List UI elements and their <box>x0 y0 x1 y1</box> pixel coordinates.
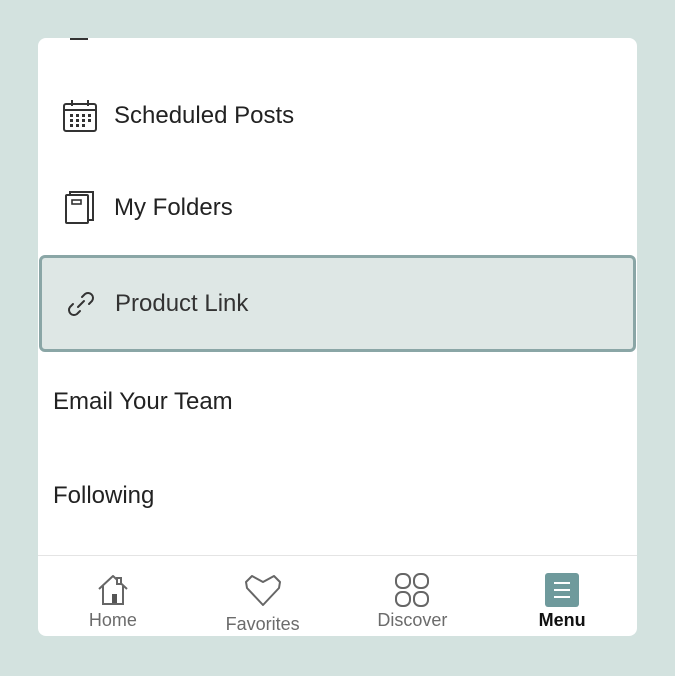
tab-discover[interactable]: Discover <box>338 556 488 636</box>
tab-favorites[interactable]: Favorites <box>188 556 338 636</box>
menu-item-following[interactable]: Following <box>38 476 637 516</box>
menu-icon <box>542 570 582 610</box>
tab-home[interactable]: Home <box>38 556 188 636</box>
link-icon <box>63 286 99 322</box>
home-icon <box>93 570 133 610</box>
bottom-tab-bar: Home Favorites Discover Menu <box>38 555 637 636</box>
tab-label: Favorites <box>225 614 300 634</box>
tab-menu[interactable]: Menu <box>487 556 637 636</box>
menu-item-email-your-team[interactable]: Email Your Team <box>38 382 637 422</box>
menu-item-product-link[interactable]: Product Link <box>39 255 636 352</box>
menu-item-label: Product Link <box>115 289 249 317</box>
menu-item-label: Scheduled Posts <box>114 102 295 129</box>
tab-label: Home <box>88 610 137 630</box>
menu-panel: Scheduled Posts My Folders Product Link … <box>38 38 637 636</box>
menu-item-my-folders[interactable]: My Folders <box>38 188 637 228</box>
tab-label: Menu <box>538 610 586 630</box>
menu-item-label: My Folders <box>114 194 233 221</box>
folder-icon <box>62 190 98 226</box>
grid-icon <box>392 570 432 610</box>
menu-item-label: Following <box>53 482 155 509</box>
tab-label: Discover <box>377 610 448 630</box>
menu-item-scheduled-posts[interactable]: Scheduled Posts <box>38 96 637 136</box>
partial-item-icon <box>70 38 88 40</box>
heart-icon <box>243 570 283 610</box>
calendar-icon <box>62 98 98 134</box>
menu-item-label: Email Your Team <box>53 388 233 415</box>
